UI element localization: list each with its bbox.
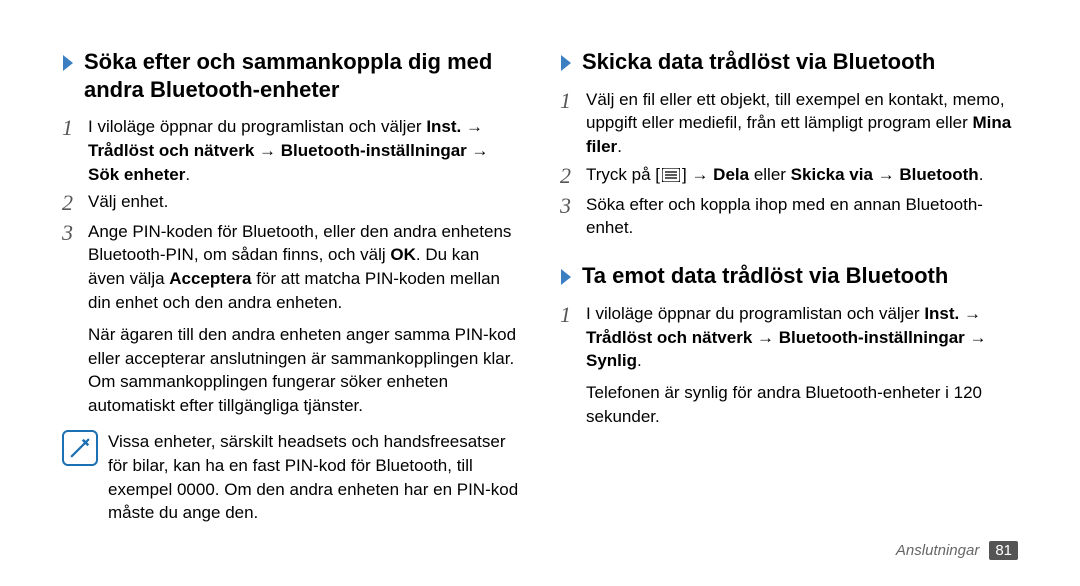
arrow: → — [752, 328, 778, 347]
text-bold: Bluetooth — [899, 165, 978, 184]
step-number: 1 — [560, 88, 586, 113]
text: . — [185, 165, 190, 184]
section-send-data: Skicka data trådlöst via Bluetooth — [560, 48, 1018, 76]
section-pair-devices: Söka efter och sammankoppla dig med andr… — [62, 48, 520, 103]
text: . — [637, 351, 642, 370]
text-bold: Synlig — [586, 351, 637, 370]
step-body: Tryck på [ ] → Dela eller Skicka via → Bl… — [586, 163, 983, 189]
section-title: Ta emot data trådlöst via Bluetooth — [582, 262, 948, 290]
text: I viloläge öppnar du programlistan och v… — [586, 304, 924, 323]
text-bold: Sök enheter — [88, 165, 185, 184]
page-footer: Anslutningar 81 — [896, 541, 1018, 560]
step-1: 1 I viloläge öppnar du programlistan och… — [62, 115, 520, 186]
left-column: Söka efter och sammankoppla dig med andr… — [62, 48, 520, 550]
text-bold: Skicka via — [791, 165, 873, 184]
section-title: Skicka data trådlöst via Bluetooth — [582, 48, 935, 76]
text: I viloläge öppnar du programlistan och v… — [88, 117, 426, 136]
text: . — [617, 137, 622, 156]
menu-icon — [662, 165, 680, 189]
text: ] → — [682, 165, 713, 184]
text-bold: OK — [390, 245, 416, 264]
send-step-2: 2 Tryck på [ ] → Dela eller Skicka via → … — [560, 163, 1018, 189]
step-2: 2 Välj enhet. — [62, 190, 520, 215]
arrow: → — [965, 328, 987, 347]
note: Vissa enheter, särskilt headsets och han… — [62, 430, 520, 525]
step-body: Söka efter och koppla ihop med en annan … — [586, 193, 1018, 241]
text-bold: Inst. — [426, 117, 461, 136]
step-number: 2 — [560, 163, 586, 188]
step-body: I viloläge öppnar du programlistan och v… — [586, 302, 1018, 373]
recv-step-1: 1 I viloläge öppnar du programlistan och… — [560, 302, 1018, 373]
text: Tryck på [ — [586, 165, 660, 184]
step-number: 1 — [560, 302, 586, 327]
right-column: Skicka data trådlöst via Bluetooth 1 Väl… — [560, 48, 1018, 550]
page: Söka efter och sammankoppla dig med andr… — [0, 0, 1080, 586]
chevron-right-icon — [62, 54, 76, 72]
arrow: → — [254, 141, 280, 160]
section-title: Söka efter och sammankoppla dig med andr… — [84, 48, 520, 103]
step-number: 3 — [62, 220, 88, 245]
step-body: Välj enhet. — [88, 190, 168, 214]
text: . — [979, 165, 984, 184]
text-bold: Bluetooth-inställningar — [779, 328, 965, 347]
arrow: → — [959, 304, 981, 323]
section-receive-data: Ta emot data trådlöst via Bluetooth — [560, 262, 1018, 290]
step-3-extra: När ägaren till den andra enheten anger … — [88, 323, 520, 418]
chevron-right-icon — [560, 54, 574, 72]
text-bold: Trådlöst och nätverk — [586, 328, 752, 347]
arrow: → — [467, 141, 489, 160]
step-body: Ange PIN-koden för Bluetooth, eller den … — [88, 220, 520, 315]
page-number: 81 — [989, 541, 1018, 560]
step-number: 3 — [560, 193, 586, 218]
step-number: 2 — [62, 190, 88, 215]
chevron-right-icon — [560, 268, 574, 286]
note-body: Vissa enheter, särskilt headsets och han… — [108, 430, 520, 525]
text-bold: Acceptera — [169, 269, 251, 288]
step-number: 1 — [62, 115, 88, 140]
text: Välj en fil eller ett objekt, till exemp… — [586, 90, 1005, 133]
recv-extra: Telefonen är synlig för andra Bluetooth-… — [586, 381, 1018, 429]
note-icon — [62, 430, 98, 466]
text-bold: Inst. — [924, 304, 959, 323]
arrow: → — [461, 117, 483, 136]
send-step-1: 1 Välj en fil eller ett objekt, till exe… — [560, 88, 1018, 159]
send-step-3: 3 Söka efter och koppla ihop med en anna… — [560, 193, 1018, 241]
text-bold: Dela — [713, 165, 749, 184]
text: eller — [749, 165, 791, 184]
step-3: 3 Ange PIN-koden för Bluetooth, eller de… — [62, 220, 520, 315]
arrow: → — [873, 165, 899, 184]
step-body: I viloläge öppnar du programlistan och v… — [88, 115, 520, 186]
text-bold: Trådlöst och nätverk — [88, 141, 254, 160]
footer-section-label: Anslutningar — [896, 542, 979, 559]
text-bold: Bluetooth-inställningar — [281, 141, 467, 160]
step-body: Välj en fil eller ett objekt, till exemp… — [586, 88, 1018, 159]
